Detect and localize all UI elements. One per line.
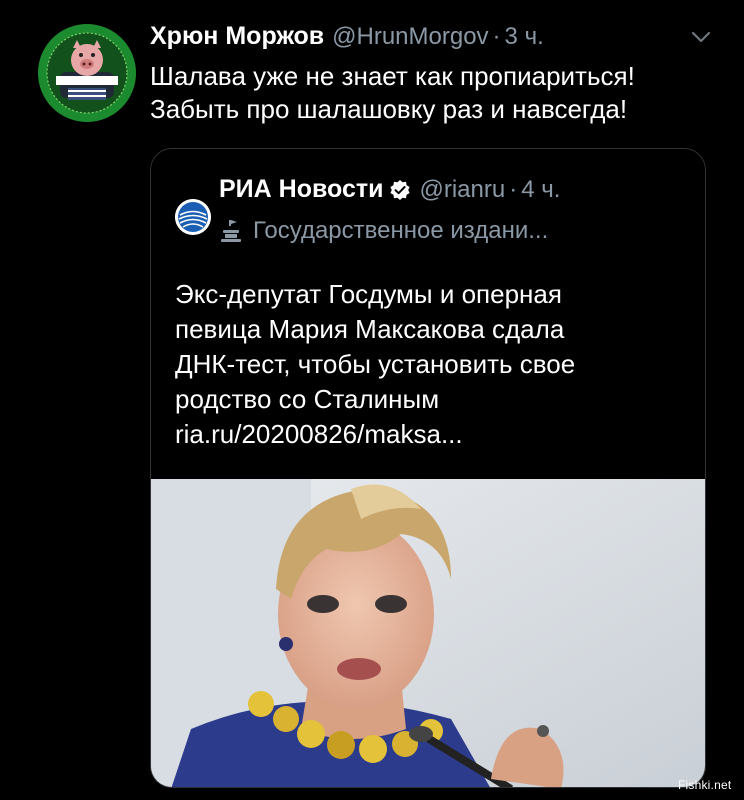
quoted-text-line: ДНК-тест, чтобы установить свое — [175, 349, 576, 379]
state-media-label[interactable]: Государственное издани... — [219, 217, 548, 245]
verified-badge-icon — [389, 179, 411, 201]
tweet-time[interactable]: 3 ч. — [505, 23, 544, 51]
quoted-tweet-time[interactable]: 4 ч. — [521, 176, 560, 204]
quoted-tweet-header: РИА Новости @rianru · 4 ч. — [219, 175, 560, 204]
tweet-text-line: Шалава уже не знает как пропиариться! — [150, 61, 635, 91]
tweet-text-line: Забыть про шалашовку раз и навсегда! — [150, 94, 628, 124]
state-media-label-text: Государственное издани... — [253, 217, 549, 244]
quoted-tweet[interactable]: РИА Новости @rianru · 4 ч. Государственн… — [150, 148, 706, 788]
header-separator: · — [492, 23, 501, 50]
chevron-down-icon[interactable] — [688, 26, 714, 48]
author-handle[interactable]: @HrunMorgov — [332, 23, 488, 51]
tweet-header: Хрюн Моржов @HrunMorgov · 3 ч. — [150, 22, 544, 54]
quoted-author-avatar[interactable] — [175, 199, 211, 235]
quoted-media-image[interactable] — [151, 479, 705, 787]
watermark: Fishki.net — [678, 778, 732, 792]
tweet-text: Шалава уже не знает как пропиариться! За… — [150, 60, 720, 126]
quoted-tweet-text: Экс-депутат Госдумы и оперная певица Мар… — [175, 277, 685, 452]
quoted-text-line: родство со Сталиным — [175, 384, 440, 414]
tweet[interactable]: Хрюн Моржов @HrunMorgov · 3 ч. Шалава уж… — [0, 0, 744, 800]
quoted-link[interactable]: ria.ru/20200826/maksa... — [175, 417, 685, 452]
avatar-image — [38, 24, 136, 122]
quoted-text-line: Экс-депутат Госдумы и оперная — [175, 279, 562, 309]
quoted-text-line: певица Мария Максакова сдала — [175, 314, 565, 344]
author-name[interactable]: Хрюн Моржов — [150, 22, 324, 51]
author-avatar[interactable] — [38, 24, 136, 122]
quoted-author-name[interactable]: РИА Новости — [219, 175, 383, 204]
government-building-icon — [219, 218, 243, 244]
quoted-author-handle[interactable]: @rianru — [419, 176, 505, 204]
quoted-header-separator: · — [509, 175, 518, 203]
